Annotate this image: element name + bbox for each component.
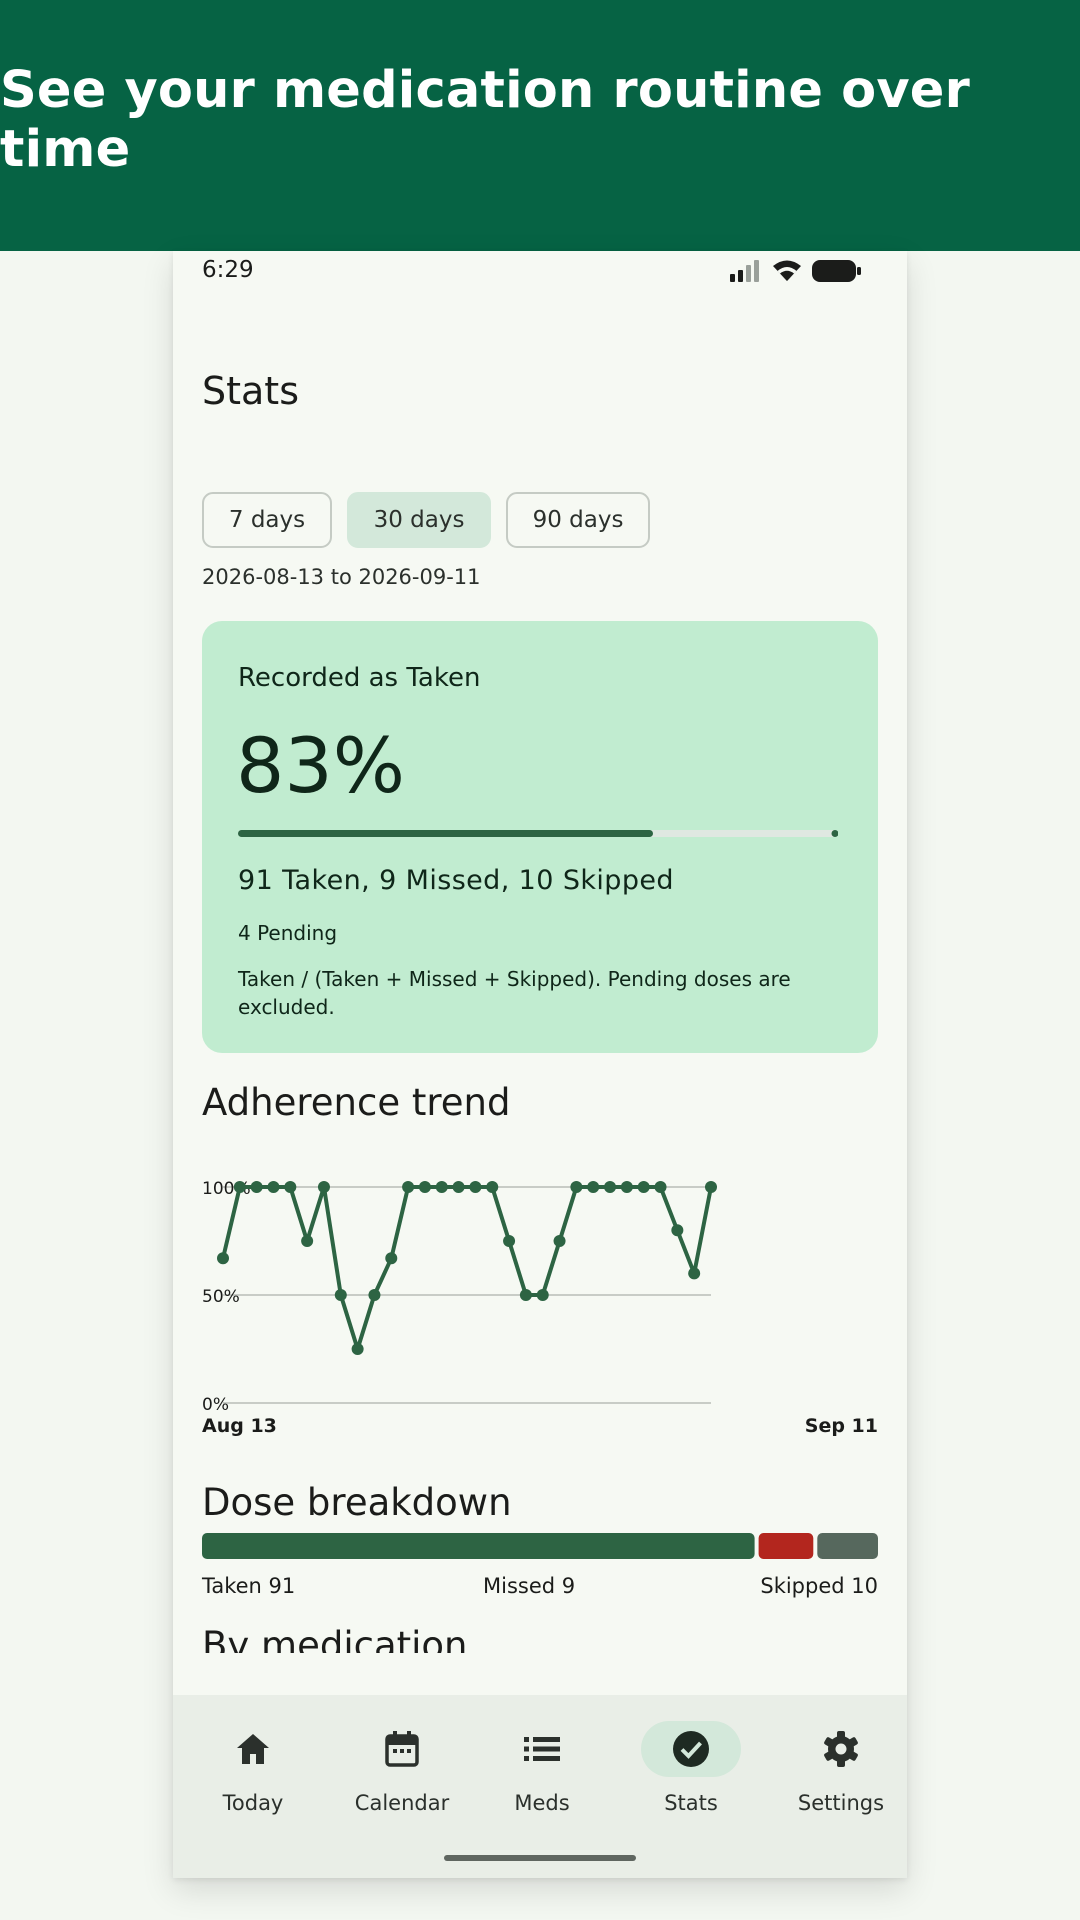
status-bar: 6:29 bbox=[173, 251, 907, 291]
trend-point bbox=[671, 1224, 684, 1237]
home-icon bbox=[237, 1734, 269, 1764]
check-circle-icon bbox=[673, 1731, 709, 1767]
trend-point bbox=[233, 1181, 246, 1193]
page-title: Stats bbox=[202, 369, 300, 413]
taken-segment bbox=[202, 1533, 755, 1559]
trend-line bbox=[221, 1185, 713, 1351]
adherence-label: Recorded as Taken bbox=[238, 663, 481, 693]
status-icons bbox=[730, 259, 862, 283]
x-end-label: Sep 11 bbox=[805, 1415, 878, 1437]
adherence-progress-bar bbox=[238, 830, 838, 837]
battery-icon bbox=[812, 260, 861, 282]
dose-summary: 91 Taken, 9 Missed, 10 Skipped bbox=[238, 865, 674, 896]
phone-screen: 6:29 Stats 7 days 30 days 90 days 2026-0… bbox=[173, 251, 907, 1878]
y-tick-label: 50% bbox=[202, 1287, 240, 1307]
date-range: 2026-08-13 to 2026-09-11 bbox=[202, 565, 481, 589]
trend-point bbox=[469, 1181, 482, 1193]
chip-90-days[interactable]: 90 days bbox=[506, 492, 650, 548]
trend-point bbox=[486, 1181, 499, 1193]
taken-label: Taken 91 bbox=[202, 1574, 296, 1598]
nav-today[interactable]: Today bbox=[178, 1721, 328, 1821]
adherence-percent: 83% bbox=[236, 721, 405, 810]
adherence-formula-note: Taken / (Taken + Missed + Skipped). Pend… bbox=[238, 967, 791, 1019]
trend-point bbox=[250, 1181, 263, 1193]
skipped-segment bbox=[817, 1533, 878, 1559]
trend-point bbox=[368, 1289, 381, 1301]
trend-title: Adherence trend bbox=[202, 1081, 511, 1124]
trend-point bbox=[301, 1235, 314, 1247]
skipped-label: Skipped 10 bbox=[760, 1574, 878, 1598]
nav-meds[interactable]: Meds bbox=[467, 1721, 617, 1821]
trend-point bbox=[637, 1181, 650, 1193]
range-chip-group: 7 days 30 days 90 days bbox=[202, 492, 650, 548]
nav-settings[interactable]: Settings bbox=[766, 1721, 907, 1821]
dose-breakdown-bar bbox=[202, 1533, 878, 1559]
trend-point bbox=[217, 1252, 229, 1265]
gear-icon bbox=[824, 1731, 858, 1767]
promo-banner: See your medication routine over time bbox=[0, 0, 1080, 251]
nav-calendar-icon-wrap bbox=[352, 1721, 452, 1777]
missed-label: Missed 9 bbox=[483, 1574, 576, 1598]
nav-settings-label: Settings bbox=[797, 1791, 885, 1815]
home-indicator bbox=[444, 1855, 636, 1861]
trend-point bbox=[553, 1235, 566, 1247]
trend-point bbox=[452, 1181, 465, 1193]
nav-stats[interactable]: Stats bbox=[616, 1721, 766, 1821]
adherence-card: Recorded as Taken 83% 91 Taken, 9 Missed… bbox=[202, 621, 878, 1053]
trend-point bbox=[435, 1181, 448, 1193]
y-tick-label: 0% bbox=[202, 1395, 229, 1415]
by-medication-title: By medication bbox=[202, 1629, 468, 1653]
trend-point bbox=[587, 1181, 600, 1193]
nav-meds-label: Meds bbox=[514, 1791, 570, 1815]
nav-stats-label: Stats bbox=[664, 1791, 718, 1815]
nav-calendar-label: Calendar bbox=[354, 1791, 450, 1815]
trend-point bbox=[536, 1289, 549, 1301]
chip-7-days[interactable]: 7 days bbox=[202, 492, 332, 548]
calendar-icon bbox=[385, 1731, 419, 1767]
trend-point bbox=[688, 1267, 701, 1280]
trend-point bbox=[620, 1181, 633, 1193]
trend-point bbox=[570, 1181, 583, 1193]
trend-point bbox=[351, 1343, 364, 1355]
status-time: 6:29 bbox=[202, 257, 254, 283]
nav-calendar[interactable]: Calendar bbox=[327, 1721, 477, 1821]
trend-point bbox=[334, 1289, 347, 1301]
trend-point bbox=[519, 1289, 532, 1301]
missed-segment bbox=[758, 1533, 814, 1559]
adherence-trend-chart: 100%50%0%Aug 13 Sep 11 bbox=[202, 1179, 878, 1437]
breakdown-title: Dose breakdown bbox=[202, 1481, 512, 1524]
nav-meds-icon-wrap bbox=[492, 1721, 592, 1777]
trend-point bbox=[654, 1181, 667, 1193]
trend-point bbox=[402, 1181, 415, 1193]
trend-point bbox=[385, 1252, 398, 1265]
trend-point bbox=[267, 1181, 280, 1193]
wifi-icon bbox=[773, 260, 801, 281]
banner-title: See your medication routine over time bbox=[0, 60, 970, 179]
trend-point bbox=[604, 1181, 617, 1193]
list-icon bbox=[524, 1737, 560, 1761]
nav-settings-icon-wrap bbox=[791, 1721, 891, 1777]
trend-point bbox=[503, 1235, 516, 1247]
nav-stats-icon-wrap bbox=[641, 1721, 741, 1777]
bottom-navigation: Today Calendar Meds Stats Settings bbox=[173, 1695, 907, 1878]
signal-icon bbox=[730, 260, 759, 282]
by-medication-section: By medication bbox=[202, 1629, 882, 1653]
pending-count: 4 Pending bbox=[238, 921, 338, 945]
nav-today-icon-wrap bbox=[203, 1721, 303, 1777]
x-start-label: Aug 13 bbox=[202, 1415, 277, 1437]
trend-point bbox=[317, 1181, 330, 1193]
trend-point bbox=[284, 1181, 297, 1193]
trend-point bbox=[705, 1181, 717, 1193]
nav-today-label: Today bbox=[222, 1791, 284, 1815]
trend-point bbox=[418, 1181, 431, 1193]
chip-30-days[interactable]: 30 days bbox=[347, 492, 491, 548]
